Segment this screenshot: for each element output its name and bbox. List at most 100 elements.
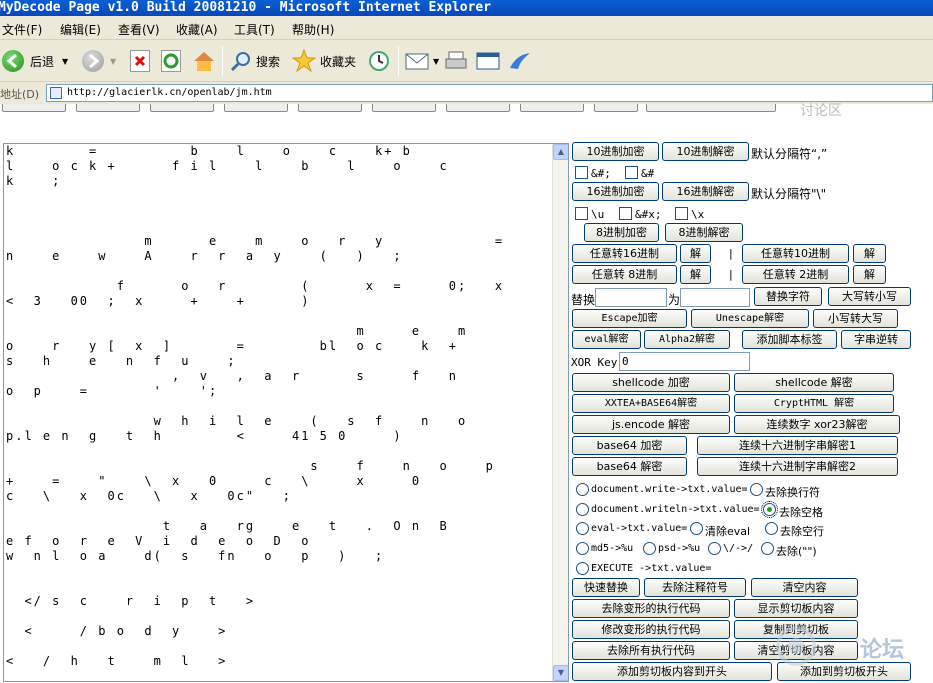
xor-key-input[interactable]: 0	[619, 352, 750, 371]
code-textarea[interactable]: k = b l o c k+ bl o c k + f i l l b l o …	[3, 143, 569, 682]
clear-content-button[interactable]: 清空内容	[751, 578, 858, 597]
stop-button[interactable]	[130, 48, 150, 74]
any-to-hex-decode-button[interactable]: 解	[680, 244, 711, 263]
favorites-button[interactable]: 收藏夹	[292, 48, 356, 74]
radio-remove-newline[interactable]	[750, 483, 763, 496]
any-to-dec-button[interactable]: 任意转10进制	[742, 244, 849, 263]
chevron-down-icon[interactable]: ▼	[110, 57, 116, 66]
unescape-decrypt-button[interactable]: Unescape解密	[691, 309, 809, 328]
dec-decrypt-button[interactable]: 10进制解密	[662, 142, 749, 161]
continuous-hex-decrypt1-button[interactable]: 连续十六进制字串解密1	[697, 436, 898, 455]
history-button[interactable]	[367, 48, 391, 74]
refresh-button[interactable]	[161, 48, 181, 74]
menu-favorites[interactable]: 收藏(A)	[176, 21, 218, 38]
shellcode-decrypt-button[interactable]: shellcode 解密	[734, 373, 894, 392]
checkbox-amp-x[interactable]	[619, 207, 632, 220]
radio-md5[interactable]	[576, 542, 589, 555]
hex-encrypt-button[interactable]: 16进制加密	[572, 182, 659, 201]
menu-tools[interactable]: 工具(T)	[234, 21, 275, 38]
page-nav-button[interactable]	[224, 104, 288, 112]
eval-decrypt-button[interactable]: eval解密	[572, 330, 641, 349]
menu-file[interactable]: 文件(F)	[2, 21, 42, 38]
scroll-down-icon[interactable]: ▼	[553, 665, 568, 681]
page-nav-button[interactable]	[446, 104, 510, 112]
page-nav-button[interactable]	[76, 104, 140, 112]
search-button[interactable]: 搜索	[230, 48, 280, 74]
base64-encrypt-button[interactable]: base64 加密	[572, 436, 687, 455]
lower-to-upper-button[interactable]: 小写转大写	[813, 309, 898, 328]
radio-remove-quotes[interactable]	[761, 542, 774, 555]
page-nav-button[interactable]	[298, 104, 362, 112]
add-script-tag-button[interactable]: 添加脚本标签	[742, 330, 837, 349]
modify-deformed-exec-button[interactable]: 修改变形的执行代码	[572, 620, 730, 639]
continuous-xor23-decrypt-button[interactable]: 连续数字 xor23解密	[734, 415, 900, 434]
page-nav-button[interactable]	[2, 104, 66, 112]
base64-decrypt-button[interactable]: base64 解密	[572, 457, 687, 476]
oct-encrypt-button[interactable]: 8进制加密	[584, 223, 659, 242]
radio-document-write[interactable]	[576, 483, 589, 496]
crypthtml-decrypt-button[interactable]: CryptHTML 解密	[734, 394, 894, 413]
checkbox-amp-hash[interactable]	[625, 166, 638, 179]
remove-all-exec-button[interactable]: 去除所有执行代码	[572, 641, 730, 660]
escape-encrypt-button[interactable]: Escape加密	[572, 309, 687, 328]
jsencode-decrypt-button[interactable]: js.encode 解密	[572, 415, 730, 434]
radio-remove-space[interactable]	[761, 501, 778, 518]
page-nav-button[interactable]	[646, 104, 776, 112]
remove-deformed-exec-button[interactable]: 去除变形的执行代码	[572, 599, 730, 618]
menu-edit[interactable]: 编辑(E)	[60, 21, 101, 38]
replace-char-button[interactable]: 替换字符	[754, 287, 822, 306]
show-clipboard-button[interactable]: 显示剪切板内容	[734, 599, 858, 618]
any-to-oct-button[interactable]: 任意转 8进制	[572, 265, 677, 284]
home-button[interactable]	[192, 48, 216, 74]
forward-button[interactable]: ▼	[82, 48, 116, 74]
radio-psd[interactable]	[643, 542, 656, 555]
print-button[interactable]	[444, 48, 468, 74]
reverse-string-button[interactable]: 字串逆转	[841, 330, 911, 349]
any-to-oct-decode-button[interactable]: 解	[680, 265, 711, 284]
add-clipboard-to-start-button[interactable]: 添加剪切板内容到开头	[572, 662, 772, 681]
oct-decrypt-button[interactable]: 8进制解密	[665, 223, 743, 242]
radio-execute[interactable]	[576, 562, 589, 575]
radio-document-writeln[interactable]	[576, 503, 589, 516]
remove-comments-button[interactable]: 去除注释符号	[644, 578, 746, 597]
page-nav-button[interactable]	[150, 104, 214, 112]
back-button[interactable]: 后退 ▼	[2, 48, 68, 74]
messenger-button[interactable]	[508, 48, 532, 74]
xxtea-base64-decrypt-button[interactable]: XXTEA+BASE64解密	[572, 394, 730, 413]
page-nav-button[interactable]	[594, 104, 638, 112]
edit-button[interactable]	[476, 48, 500, 74]
scroll-up-icon[interactable]: ▲	[553, 144, 568, 160]
mail-button[interactable]: ▼	[405, 48, 439, 74]
hex-decrypt-button[interactable]: 16进制解密	[662, 182, 749, 201]
page-nav-button[interactable]	[372, 104, 436, 112]
continuous-hex-decrypt2-button[interactable]: 连续十六进制字串解密2	[697, 457, 898, 476]
replace-from-input[interactable]	[595, 288, 667, 307]
quick-replace-button[interactable]: 快速替换	[572, 578, 640, 597]
menu-view[interactable]: 查看(V)	[118, 21, 160, 38]
radio-md5-label: md5->%u	[591, 543, 634, 554]
title-bar: MyDecode Page v1.0 Build 20081210 - Micr…	[0, 0, 933, 16]
any-to-hex-button[interactable]: 任意转16进制	[572, 244, 677, 263]
any-to-bin-decode-button[interactable]: 解	[853, 265, 886, 284]
checkbox-amp-hash-semi[interactable]	[575, 166, 588, 179]
any-to-dec-decode-button[interactable]: 解	[853, 244, 886, 263]
radio-eval[interactable]	[576, 522, 589, 535]
checkbox-x[interactable]	[675, 207, 688, 220]
checkbox-u[interactable]	[575, 207, 588, 220]
upper-to-lower-button[interactable]: 大写转小写	[828, 287, 911, 306]
address-url[interactable]: http://glacierlk.cn/openlab/jm.htm	[67, 87, 272, 98]
dec-encrypt-button[interactable]: 10进制加密	[572, 142, 659, 161]
page-nav-button[interactable]	[520, 104, 584, 112]
radio-clear-eval[interactable]	[690, 522, 703, 535]
any-to-bin-button[interactable]: 任意转 2进制	[742, 265, 849, 284]
pipe-separator: |	[729, 268, 733, 281]
alpha2-decrypt-button[interactable]: Alpha2解密	[644, 330, 730, 349]
menu-help[interactable]: 帮助(H)	[292, 21, 334, 38]
chevron-down-icon[interactable]: ▼	[62, 57, 68, 66]
shellcode-encrypt-button[interactable]: shellcode 加密	[572, 373, 730, 392]
radio-remove-blank-lines[interactable]	[765, 522, 778, 535]
vertical-scrollbar[interactable]: ▲ ▼	[552, 144, 568, 681]
chevron-down-icon[interactable]: ▼	[433, 57, 439, 66]
radio-slash[interactable]	[708, 542, 721, 555]
replace-to-input[interactable]	[680, 288, 750, 307]
